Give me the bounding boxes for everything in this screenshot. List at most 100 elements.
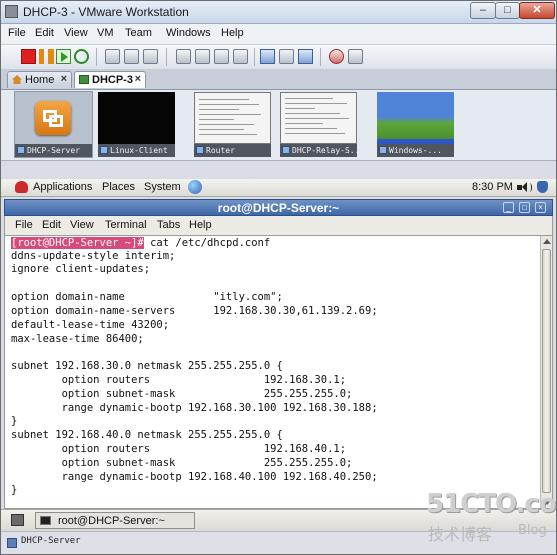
terminal-menu-file[interactable]: File [15,219,33,231]
terminal-minimize-button[interactable]: _ [503,202,514,213]
scroll-up-icon[interactable] [543,239,551,244]
menu-file[interactable]: File [8,27,26,39]
shell-prompt: [root@DHCP-Server ~]# [11,237,144,249]
unity-icon[interactable] [279,49,294,64]
watermark-subtitle: 技术博客 [428,525,493,544]
show-desktop-icon[interactable] [11,514,24,526]
vm-icon [100,146,108,154]
menu-team[interactable]: Team [125,27,152,39]
scroll-thumb[interactable] [542,249,551,493]
tab-home-label: Home [25,74,55,86]
redhat-icon [15,181,28,193]
taskbar-terminal-button[interactable]: root@DHCP-Server:~ [35,512,195,529]
places-menu[interactable]: Places [102,181,135,193]
thumbnail-image [98,92,175,144]
command-line: [root@DHCP-Server ~]# cat /etc/dhcpd.con… [11,237,270,250]
menu-view[interactable]: View [64,27,88,39]
terminal-scrollbar[interactable] [540,236,552,508]
volume-icon[interactable] [517,182,532,193]
toolbar [1,44,556,70]
vm-icon [79,75,89,84]
watermark-blog: Blog [518,523,547,538]
thumbnail-caption: Linux-Client [98,144,175,157]
thumbnail-router[interactable]: Router [194,92,271,157]
quick-switch-icon[interactable] [298,49,313,64]
output-line: range dynamic-bootp 192.168.30.100 192.1… [11,402,378,414]
console-view-icon[interactable] [214,49,229,64]
thumbnail-bar-icon[interactable] [195,49,210,64]
terminal-title-bar: root@DHCP-Server:~ _ □ × [4,199,553,216]
minimize-button[interactable]: – [470,2,496,19]
terminal-menu-edit[interactable]: Edit [42,219,61,231]
vm-status-icon [7,538,17,548]
snapshot-icon[interactable] [105,49,120,64]
taskbar-label: root@DHCP-Server:~ [58,515,165,527]
thumbnail-linux-client[interactable]: Linux-Client [98,92,175,157]
thumbnail-windows[interactable]: Windows-... [377,92,454,157]
maximize-button[interactable]: □ [495,2,520,19]
thumbnail-label: Windows-... [389,146,442,155]
web-browser-icon[interactable] [188,180,202,194]
thumbnail-caption: Router [194,144,271,157]
thumbnail-image [15,92,92,144]
terminal-menu-view[interactable]: View [70,219,94,231]
update-shield-icon[interactable] [537,181,548,193]
reset-icon[interactable] [74,49,89,64]
output-line: } [11,415,18,427]
vm-icon [196,146,204,154]
menu-help[interactable]: Help [221,27,244,39]
thumbnail-caption: DHCP-Server [15,144,92,157]
vmware-window: DHCP-3 - VMware Workstation – □ ✕ File E… [0,0,557,555]
thumbnail-label: Router [206,146,235,155]
snapshot-manager-icon[interactable] [143,49,158,64]
thumbnail-image [194,92,271,144]
summary-view-icon[interactable] [233,49,248,64]
applications-menu[interactable]: Applications [33,181,92,193]
revert-snapshot-icon[interactable] [124,49,139,64]
output-line: option domain-name-servers 192.168.30.30… [11,305,378,317]
suspend-icon[interactable] [39,49,54,64]
tab-home[interactable]: Home × [7,71,72,88]
close-button[interactable]: ✕ [519,2,555,19]
output-line: max-lease-time 86400; [11,333,144,345]
thumbnail-image [377,92,454,144]
team-icon[interactable] [329,49,344,64]
home-icon [12,75,22,84]
power-on-icon[interactable] [56,49,71,64]
preferences-icon[interactable] [348,49,363,64]
terminal-menu-tabs[interactable]: Tabs [157,219,180,231]
gnome-top-panel: Applications Places System 8:30 PM [1,179,556,197]
thumbnail-caption: DHCP-Relay-S... [280,144,357,157]
sidebar-icon[interactable] [176,49,191,64]
terminal-close-button[interactable]: × [535,202,546,213]
power-off-icon[interactable] [21,49,36,64]
thumbnail-dhcp-relay[interactable]: DHCP-Relay-S... [280,92,357,157]
full-screen-icon[interactable] [260,49,275,64]
close-tab-icon[interactable]: × [61,73,67,85]
vmware-logo-icon [35,101,71,135]
output-line: option routers 192.168.40.1; [11,443,347,455]
output-line: ignore client-updates; [11,263,151,275]
toolbar-separator [166,48,167,66]
output-line: ddns-update-style interim; [11,250,176,262]
status-text: DHCP-Server [21,536,81,546]
thumbnail-image [280,92,357,144]
menu-windows[interactable]: Windows [166,27,211,39]
menu-edit[interactable]: Edit [35,27,54,39]
system-menu[interactable]: System [144,181,181,193]
window-title: DHCP-3 - VMware Workstation [23,5,189,19]
thumbnail-dhcp-server[interactable]: DHCP-Server [14,91,93,158]
output-line: } [11,484,18,496]
tab-dhcp-3[interactable]: DHCP-3 × [74,71,146,88]
close-tab-icon[interactable]: × [135,73,141,85]
terminal-maximize-button[interactable]: □ [519,202,530,213]
terminal-menu-terminal[interactable]: Terminal [105,219,147,231]
terminal-output[interactable]: [root@DHCP-Server ~]# cat /etc/dhcpd.con… [4,235,553,509]
output-line: option subnet-mask 255.255.255.0; [11,388,353,400]
toolbar-separator [96,48,97,66]
clock[interactable]: 8:30 PM [472,181,513,193]
vm-icon [282,146,290,154]
terminal-menu-help[interactable]: Help [189,219,212,231]
vmware-app-icon [5,5,18,18]
menu-vm[interactable]: VM [97,27,114,39]
